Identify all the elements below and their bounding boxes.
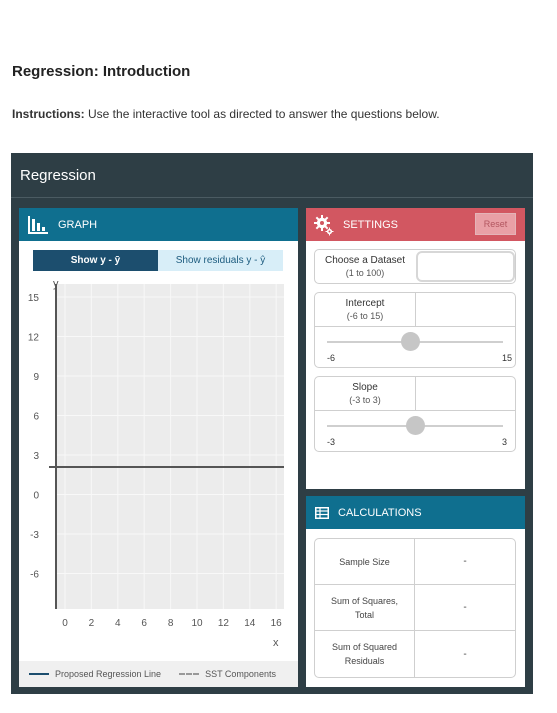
x-tick-label: 12 xyxy=(218,618,230,629)
dataset-range: (1 to 100) xyxy=(345,268,385,278)
y-tick-label: -3 xyxy=(30,530,39,541)
intercept-label-group: Intercept (-6 to 15) xyxy=(315,293,415,323)
x-tick-label: 16 xyxy=(271,618,283,629)
graph-legend: Proposed Regression Line SST Components xyxy=(19,661,298,687)
y-tick-label: 12 xyxy=(28,333,40,344)
graph-header: GRAPH xyxy=(19,208,298,241)
x-tick-labels: 0 2 4 6 8 10 12 14 16 xyxy=(62,618,282,629)
intercept-separator xyxy=(315,326,515,327)
intercept-slider-thumb[interactable] xyxy=(401,332,421,351)
intercept-field: Intercept (-6 to 15) -6 15 xyxy=(314,292,516,368)
table-row: Sum of Squared Residuals - xyxy=(315,631,515,677)
legend-regression-line: Proposed Regression Line xyxy=(29,669,161,679)
show-residuals-button[interactable]: Show residuals y - ŷ xyxy=(158,250,283,271)
calculations-header-label: CALCULATIONS xyxy=(338,506,422,519)
calculations-panel: CALCULATIONS Sample Size - Sum of Square… xyxy=(306,496,525,687)
calc-label: Sum of Squared Residuals xyxy=(315,631,415,677)
calc-value: - xyxy=(463,556,467,567)
y-tick-label: 6 xyxy=(33,412,39,423)
instructions-label: Instructions: xyxy=(12,107,85,121)
dashed-line-swatch xyxy=(179,673,200,675)
table-row: Sample Size - xyxy=(315,539,515,585)
dataset-field: Choose a Dataset (1 to 100) xyxy=(314,249,516,284)
solid-line-swatch xyxy=(29,673,49,675)
x-tick-label: 2 xyxy=(89,618,95,629)
calculations-header: CALCULATIONS xyxy=(306,496,525,529)
y-tick-label: 15 xyxy=(28,293,40,304)
x-tick-label: 6 xyxy=(141,618,147,629)
intercept-input[interactable] xyxy=(416,293,516,326)
x-tick-label: 8 xyxy=(168,618,174,629)
dataset-input[interactable] xyxy=(416,251,515,282)
settings-panel: SETTINGS Reset Choose a Dataset (1 to 10… xyxy=(306,208,525,489)
y-tick-label: 0 xyxy=(33,491,39,502)
calc-value: - xyxy=(463,602,467,613)
settings-header: SETTINGS Reset xyxy=(306,208,525,241)
intercept-range: (-6 to 15) xyxy=(346,311,384,321)
dataset-label-group: Choose a Dataset (1 to 100) xyxy=(315,250,415,280)
instructions: Instructions: Use the interactive tool a… xyxy=(12,107,440,121)
x-axis-label: x xyxy=(273,637,279,649)
slope-min-label: -3 xyxy=(327,437,336,447)
x-tick-label: 0 xyxy=(62,618,68,629)
slope-input[interactable] xyxy=(416,377,516,410)
app-title: Regression xyxy=(11,153,533,198)
bar-chart-icon xyxy=(27,215,49,235)
y-tick-label: 3 xyxy=(33,451,39,462)
intercept-max-label: 15 xyxy=(501,353,512,363)
dataset-label: Choose a Dataset xyxy=(324,255,406,266)
view-toggle: Show y - ȳ Show residuals y - ŷ xyxy=(33,250,283,271)
reset-button[interactable]: Reset xyxy=(475,213,516,235)
slope-max-label: 3 xyxy=(501,437,507,447)
calculations-table: Sample Size - Sum of Squares, Total - Su… xyxy=(314,538,516,678)
graph-header-label: GRAPH xyxy=(58,218,98,231)
slope-label-group: Slope (-3 to 3) xyxy=(315,377,415,407)
graph-panel: GRAPH Show y - ȳ Show residuals y - ŷ 15… xyxy=(19,208,298,687)
calc-label: Sum of Squares, Total xyxy=(315,585,415,630)
slope-range: (-3 to 3) xyxy=(349,395,381,405)
gear-icon xyxy=(314,214,334,236)
regression-app: Regression GRAPH Show y - ȳ Show residua… xyxy=(11,153,533,694)
slope-label: Slope xyxy=(352,382,378,393)
x-tick-label: 4 xyxy=(115,618,121,629)
slope-field: Slope (-3 to 3) -3 3 xyxy=(314,376,516,452)
settings-header-label: SETTINGS xyxy=(343,218,399,231)
intercept-label: Intercept xyxy=(345,298,385,309)
legend-sst-components: SST Components xyxy=(179,669,276,679)
instructions-text: Use the interactive tool as directed to … xyxy=(84,107,440,121)
legend-sst-components-label: SST Components xyxy=(205,669,276,679)
y-axis-label: y xyxy=(53,278,59,290)
calc-value: - xyxy=(463,648,467,660)
scatter-plot[interactable]: 15 12 9 6 3 0 -3 -6 0 2 4 6 8 10 12 14 16 y x xyxy=(19,278,298,658)
show-y-minus-ybar-button[interactable]: Show y - ȳ xyxy=(33,250,158,271)
page-title: Regression: Introduction xyxy=(12,63,191,80)
legend-regression-line-label: Proposed Regression Line xyxy=(55,669,162,679)
y-tick-labels: 15 12 9 6 3 0 -3 -6 xyxy=(28,293,40,581)
y-tick-label: 9 xyxy=(33,372,39,383)
x-tick-label: 14 xyxy=(244,618,256,629)
calc-label: Sample Size xyxy=(315,539,415,584)
table-row: Sum of Squares, Total - xyxy=(315,585,515,631)
y-tick-label: -6 xyxy=(30,570,39,581)
slope-slider-thumb[interactable] xyxy=(405,416,425,435)
intercept-min-label: -6 xyxy=(327,353,336,363)
table-icon xyxy=(315,506,329,519)
x-tick-label: 10 xyxy=(191,618,203,629)
slope-separator xyxy=(315,410,515,411)
